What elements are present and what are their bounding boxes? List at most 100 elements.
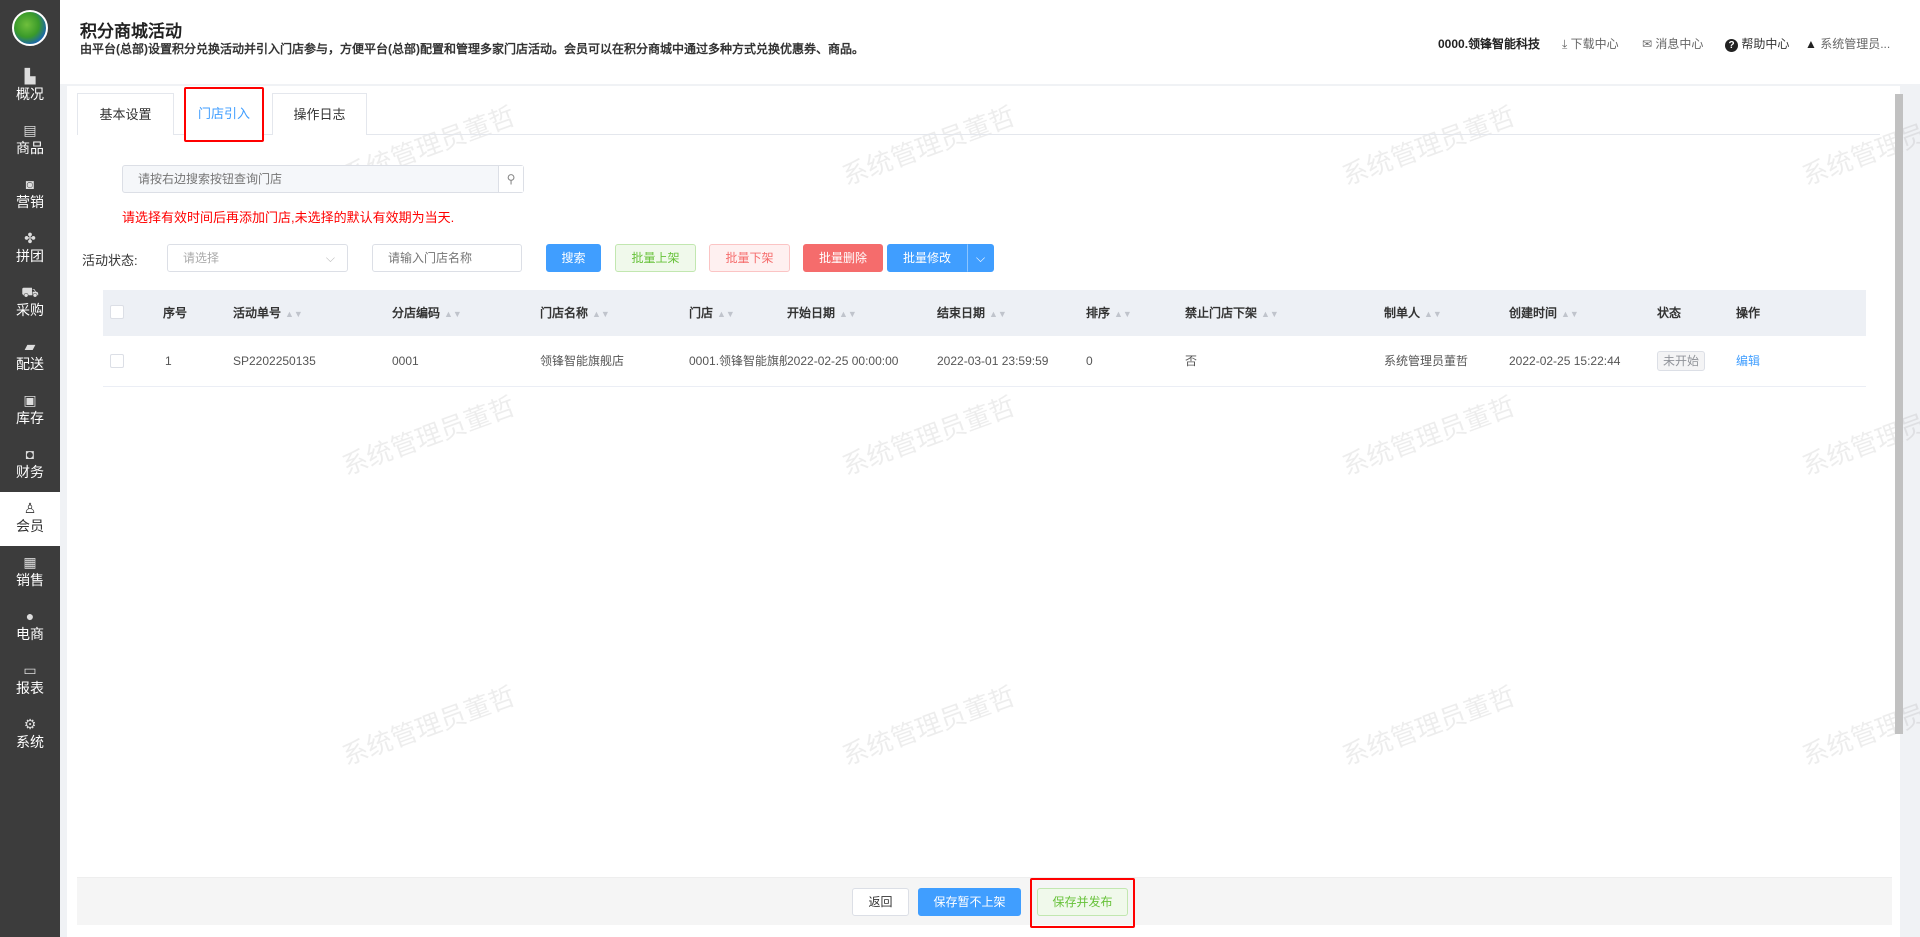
row-checkbox[interactable]: [110, 354, 124, 368]
column-header[interactable]: 制单人 ▲▼: [1384, 290, 1442, 337]
mail-icon: ✉: [1642, 37, 1656, 51]
tab-store-import[interactable]: 门店引入: [184, 93, 264, 135]
document-icon: ▤: [23, 122, 37, 138]
sort-icon[interactable]: ▲▼: [839, 309, 857, 319]
user-menu[interactable]: ▲ 系统管理员...: [1805, 35, 1890, 52]
sidebar-item[interactable]: ⚙ 系统: [0, 708, 60, 762]
sidebar-item-label: 销售: [16, 572, 44, 588]
sort-icon[interactable]: ▲▼: [285, 309, 303, 319]
sidebar-item[interactable]: ● 电商: [0, 600, 60, 654]
sidebar-item-label: 商品: [16, 140, 44, 156]
column-header: 序号: [163, 306, 188, 320]
column-header[interactable]: 禁止门店下架 ▲▼: [1185, 290, 1279, 337]
column-header[interactable]: 排序 ▲▼: [1086, 290, 1132, 337]
sort-icon[interactable]: ▲▼: [1114, 309, 1132, 319]
watermark: 系统管理员董哲: [337, 390, 520, 482]
sort-icon[interactable]: ▲▼: [989, 309, 1007, 319]
cell-forbid-off: 否: [1185, 354, 1198, 368]
sidebar-item[interactable]: ◘ 财务: [0, 438, 60, 492]
help-center-link[interactable]: ? 帮助中心: [1725, 35, 1789, 52]
cell-status: 未开始: [1657, 336, 1706, 387]
column-header[interactable]: 结束日期 ▲▼: [937, 290, 1007, 337]
box-icon: ▣: [23, 392, 37, 408]
tab-operation-log[interactable]: 操作日志: [272, 93, 367, 135]
watermark: 系统管理员董哲: [1337, 390, 1520, 482]
truck-icon: ▰: [24, 338, 36, 354]
sidebar-item-label: 库存: [16, 410, 44, 426]
status-select[interactable]: 请选择 ⌵: [167, 244, 348, 272]
edit-link[interactable]: 编辑: [1736, 354, 1760, 368]
sort-icon[interactable]: ▲▼: [1424, 309, 1442, 319]
footer-bar: 返回 保存暂不上架 保存并发布: [77, 877, 1892, 925]
sidebar-item[interactable]: ▭ 报表: [0, 654, 60, 708]
sidebar-item[interactable]: ▙ 概况: [0, 60, 60, 114]
sidebar-item[interactable]: ▰ 配送: [0, 330, 60, 384]
cell-store-name: 领锋智能旗舰店: [540, 354, 625, 368]
page-subtitle: 由平台(总部)设置积分兑换活动并引入门店参与，方便平台(总部)配置和管理多家门店…: [80, 42, 864, 56]
sidebar-item-label: 报表: [16, 680, 44, 696]
cell-order-no: SP2202250135: [233, 354, 316, 368]
sort-icon[interactable]: ▲▼: [444, 309, 462, 319]
cell-start: 2022-02-25 00:00:00: [787, 354, 899, 368]
column-header[interactable]: 创建时间 ▲▼: [1509, 290, 1579, 337]
cell-index: 1: [165, 354, 172, 368]
content-panel: 系统管理员董哲 系统管理员董哲 系统管理员董哲 系统管理员董哲 系统管理员董哲 系统管理员…: [67, 86, 1920, 937]
status-badge: 未开始: [1657, 351, 1706, 371]
store-search: ⚲: [122, 165, 524, 193]
sort-icon[interactable]: ▲▼: [592, 309, 610, 319]
column-header[interactable]: 活动单号 ▲▼: [233, 290, 303, 337]
batch-edit-button[interactable]: 批量修改: [887, 244, 967, 272]
tab-basic-settings[interactable]: 基本设置: [77, 93, 174, 135]
table-row: 1 SP2202250135 0001 领锋智能旗舰店 0001.领锋智能旗舰 2022-…: [103, 336, 1866, 387]
sidebar-item-label: 配送: [16, 356, 44, 372]
help-icon: ?: [1725, 39, 1738, 52]
company-name[interactable]: 0000.领锋智能科技: [1438, 35, 1540, 52]
select-all-checkbox[interactable]: [110, 305, 124, 319]
chevron-down-icon: ⌵: [325, 251, 335, 265]
sidebar-item[interactable]: ▦ 销售: [0, 546, 60, 600]
cell-created: 2022-02-25 15:22:44: [1509, 354, 1621, 368]
sidebar-item-label: 拼团: [16, 248, 44, 264]
cell-sort: 0: [1086, 354, 1093, 368]
cell-branch-code: 0001: [392, 354, 419, 368]
sidebar-item-label: 概况: [16, 86, 44, 102]
sort-icon[interactable]: ▲▼: [1261, 309, 1279, 319]
batch-on-shelf-button[interactable]: 批量上架: [615, 244, 696, 272]
watermark: 系统管理员董哲: [1337, 680, 1520, 772]
column-header: 操作: [1736, 306, 1761, 320]
header: 积分商城活动 由平台(总部)设置积分兑换活动并引入门店参与，方便平台(总部)配置…: [60, 0, 1920, 84]
watermark: 系统管理员董哲: [837, 390, 1020, 482]
back-button[interactable]: 返回: [852, 888, 909, 916]
sidebar-item[interactable]: ✤ 拼团: [0, 222, 60, 276]
search-icon[interactable]: ⚲: [498, 166, 523, 192]
sidebar-item[interactable]: ♙ 会员: [0, 492, 60, 546]
sidebar-item[interactable]: ◙ 营销: [0, 168, 60, 222]
sidebar-item-label: 营销: [16, 194, 44, 210]
sidebar-item[interactable]: ⛟ 采购: [0, 276, 60, 330]
batch-off-shelf-button[interactable]: 批量下架: [709, 244, 790, 272]
wallet-icon: ◘: [25, 446, 35, 462]
chevron-down-icon: ⌵: [975, 251, 986, 265]
sidebar: ▙ 概况 ▤ 商品 ◙ 营销 ✤ 拼团 ⛟ 采购 ▰ 配送 ▣ 库存 ◘ 财务 ♙ 会员 ▦ 销售 ● 电商 ▭ 报表 ⚙ 系统: [0, 0, 60, 937]
scrollbar[interactable]: [1895, 94, 1903, 734]
sidebar-item-label: 电商: [16, 626, 44, 642]
sidebar-item[interactable]: ▤ 商品: [0, 114, 60, 168]
column-header[interactable]: 分店编码 ▲▼: [392, 290, 462, 337]
sort-icon[interactable]: ▲▼: [717, 309, 735, 319]
column-header[interactable]: 门店 ▲▼: [689, 290, 735, 337]
watermark: 系统管理员董哲: [837, 680, 1020, 772]
sort-icon[interactable]: ▲▼: [1561, 309, 1579, 319]
batch-delete-button[interactable]: 批量删除: [803, 244, 883, 272]
notice-text: 请选择有效时间后再添加门店,未选择的默认有效期为当天.: [122, 210, 455, 225]
column-header[interactable]: 开始日期 ▲▼: [787, 290, 857, 337]
save-publish-button[interactable]: 保存并发布: [1037, 888, 1128, 916]
sidebar-item[interactable]: ▣ 库存: [0, 384, 60, 438]
store-name-input[interactable]: [372, 244, 522, 272]
column-header[interactable]: 门店名称 ▲▼: [540, 290, 610, 337]
batch-edit-dropdown[interactable]: ⌵: [967, 244, 994, 272]
search-button[interactable]: 搜索: [546, 244, 601, 272]
message-center-link[interactable]: ✉ 消息中心: [1642, 35, 1703, 52]
download-center-link[interactable]: ⤓ 下载中心: [1562, 35, 1619, 52]
save-draft-button[interactable]: 保存暂不上架: [918, 888, 1021, 916]
store-search-input[interactable]: [123, 166, 493, 192]
